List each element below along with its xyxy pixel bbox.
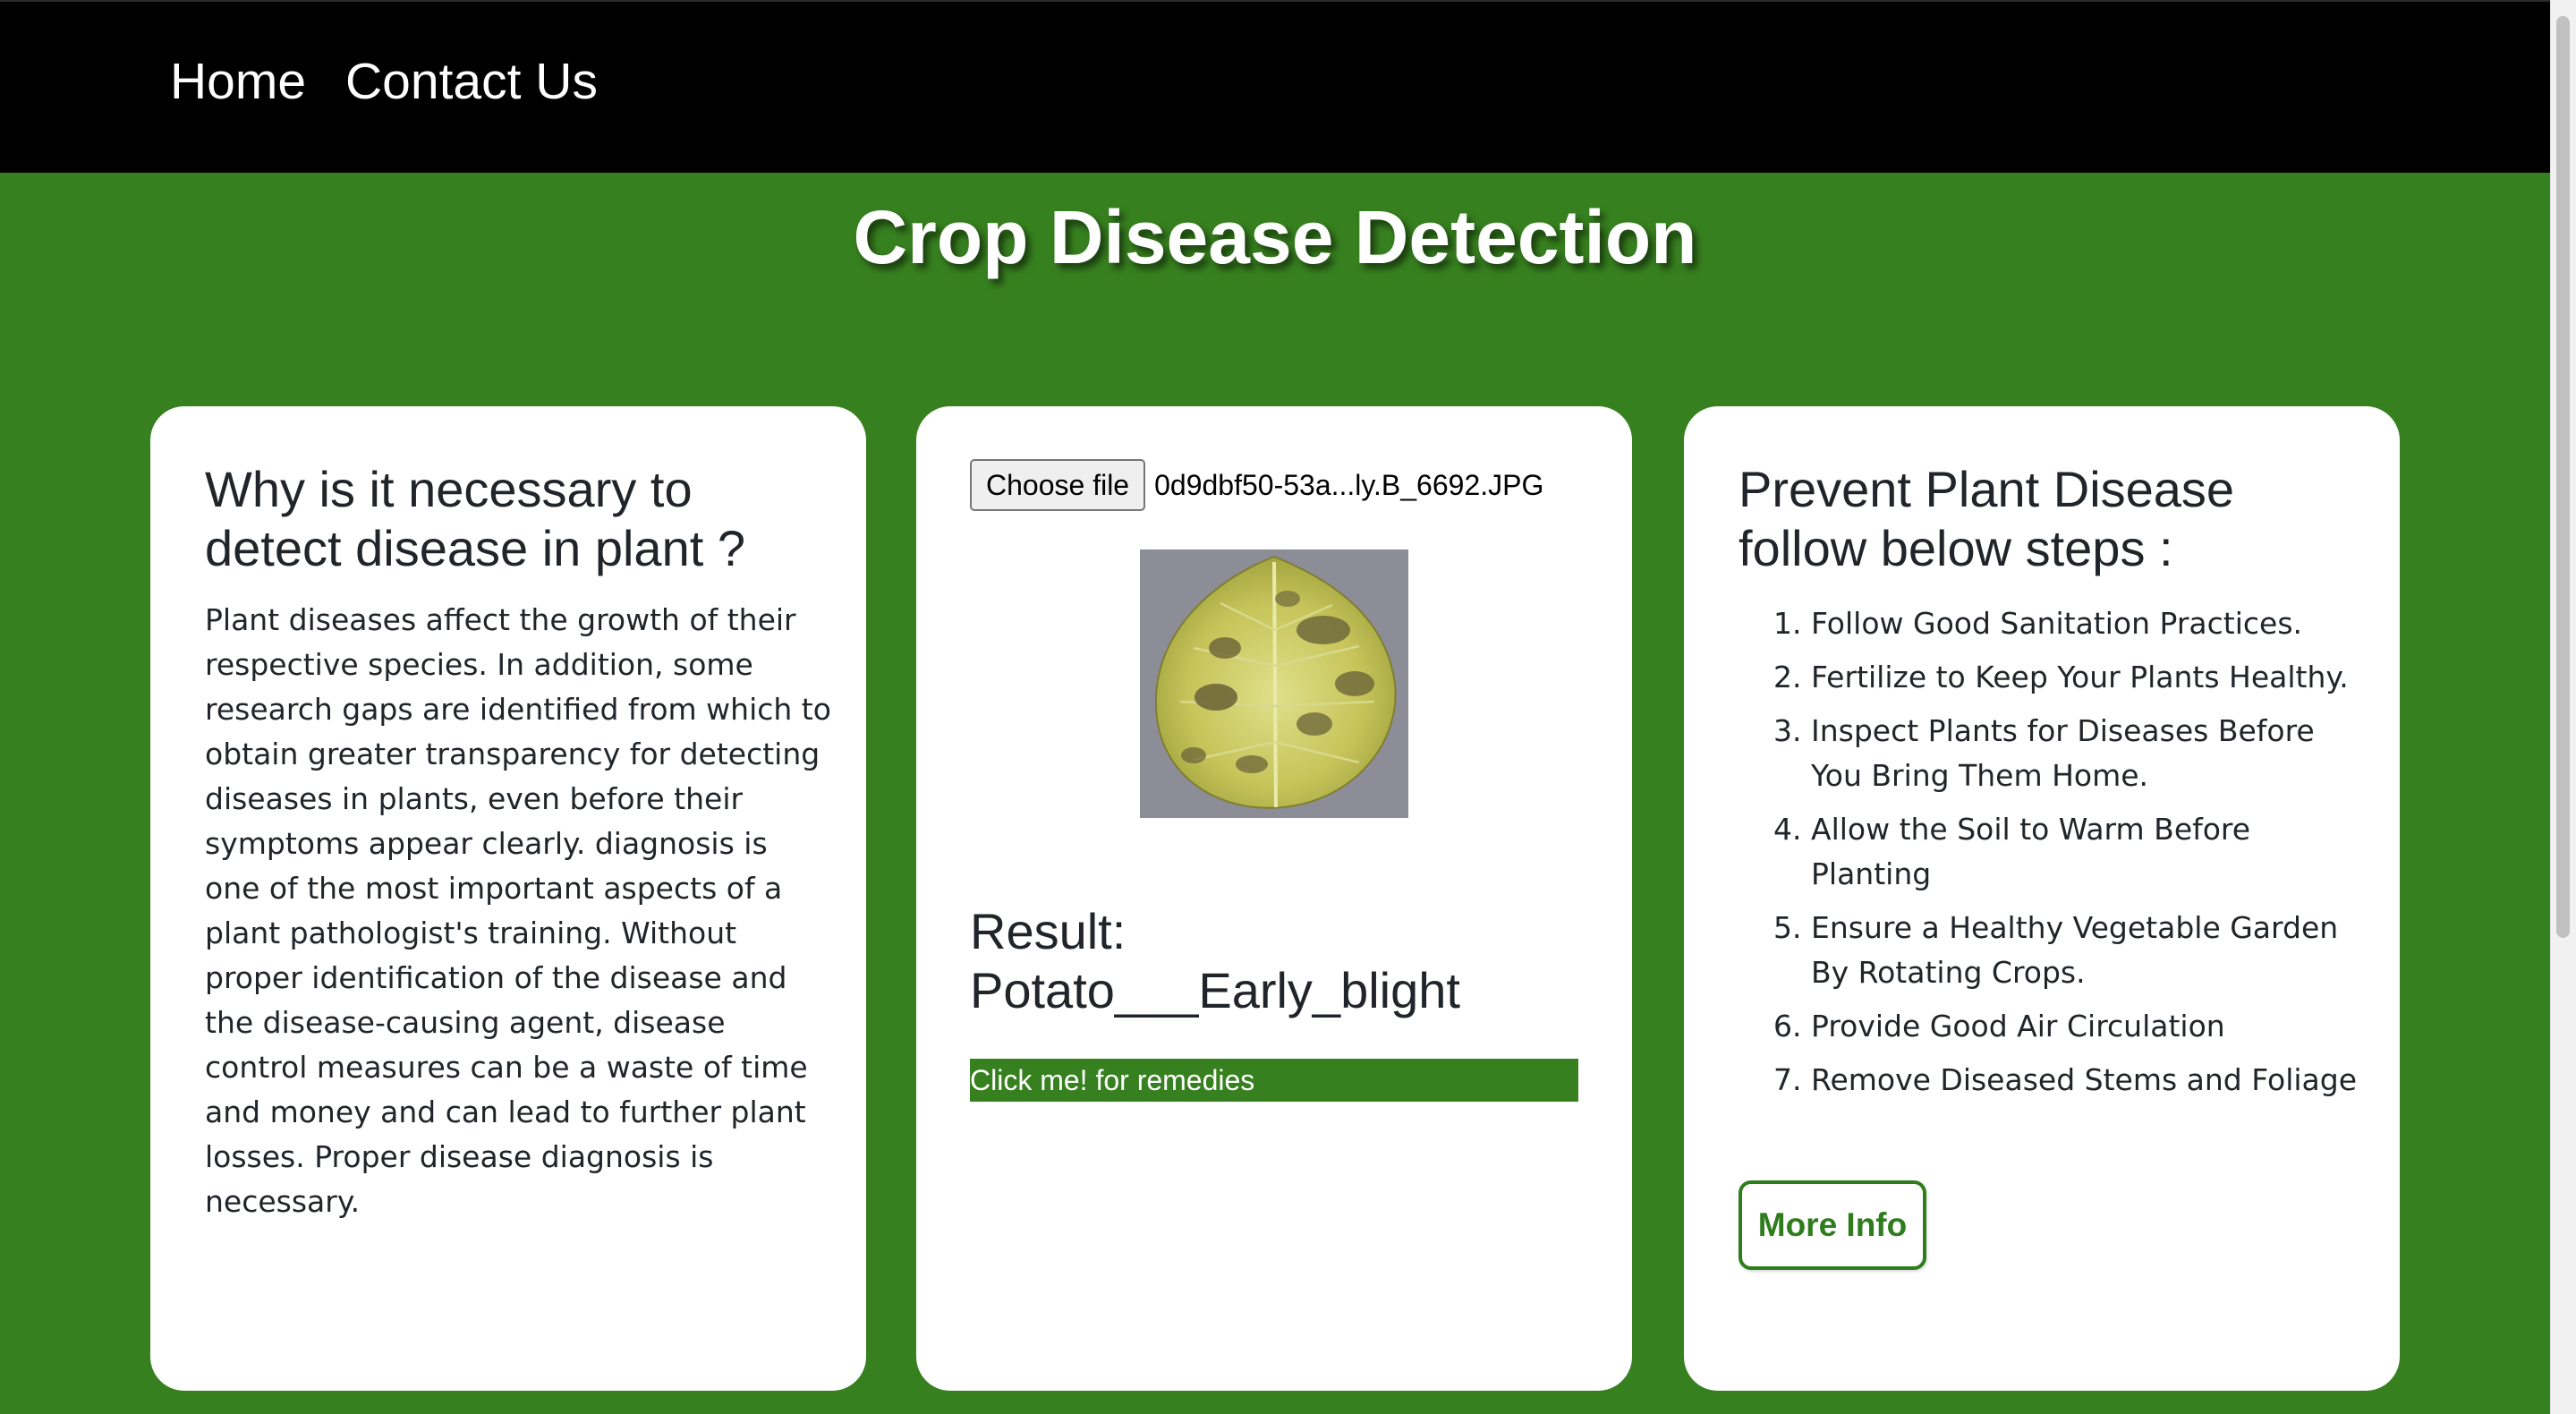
selected-file-name: 0d9dbf50-53a...ly.B_6692.JPG <box>1154 468 1544 501</box>
list-item: Allow the Soil to Warm Before Planting <box>1811 807 2364 897</box>
upload-card: Choose file 0d9dbf50-53a...ly.B_6692.JPG… <box>916 406 1632 1391</box>
list-item: Fertilize to Keep Your Plants Healthy. <box>1811 655 2364 700</box>
prevention-steps-list: Follow Good Sanitation Practices. Fertil… <box>1756 601 2364 1112</box>
why-detect-card: Why is it necessary to detect disease in… <box>150 406 866 1391</box>
nav-contact-link[interactable]: Contact Us <box>345 47 598 116</box>
list-item: Follow Good Sanitation Practices. <box>1811 601 2364 646</box>
why-detect-heading: Why is it necessary to detect disease in… <box>205 461 745 576</box>
page-scrollbar-thumb[interactable] <box>2556 16 2570 938</box>
prediction-result: Result: Potato___Early_blight <box>970 902 1596 1020</box>
result-value: Potato___Early_blight <box>970 962 1460 1018</box>
file-input[interactable]: Choose file 0d9dbf50-53a...ly.B_6692.JPG <box>970 458 1543 512</box>
top-navbar: Home Contact Us <box>0 0 2550 173</box>
nav-home-link[interactable]: Home <box>170 47 306 116</box>
list-item: Remove Diseased Stems and Foliage <box>1811 1058 2364 1103</box>
choose-file-button[interactable]: Choose file <box>970 459 1146 511</box>
list-item: Ensure a Healthy Vegetable Garden By Rot… <box>1811 906 2364 995</box>
more-info-button[interactable]: More Info <box>1739 1180 1926 1270</box>
result-label: Result: <box>970 903 1126 959</box>
list-item: Provide Good Air Circulation <box>1811 1004 2364 1049</box>
prevent-disease-heading: Prevent Plant Disease follow below steps… <box>1739 461 2235 576</box>
list-item: Inspect Plants for Diseases Before You B… <box>1811 709 2364 798</box>
remedies-button[interactable]: Click me! for remedies <box>970 1059 1578 1102</box>
prevent-disease-card: Prevent Plant Disease follow below steps… <box>1684 406 2400 1391</box>
why-detect-text: Plant diseases affect the growth of thei… <box>205 602 831 1219</box>
page-title: Crop Disease Detection <box>853 195 1697 279</box>
uploaded-leaf-image <box>1140 549 1408 818</box>
